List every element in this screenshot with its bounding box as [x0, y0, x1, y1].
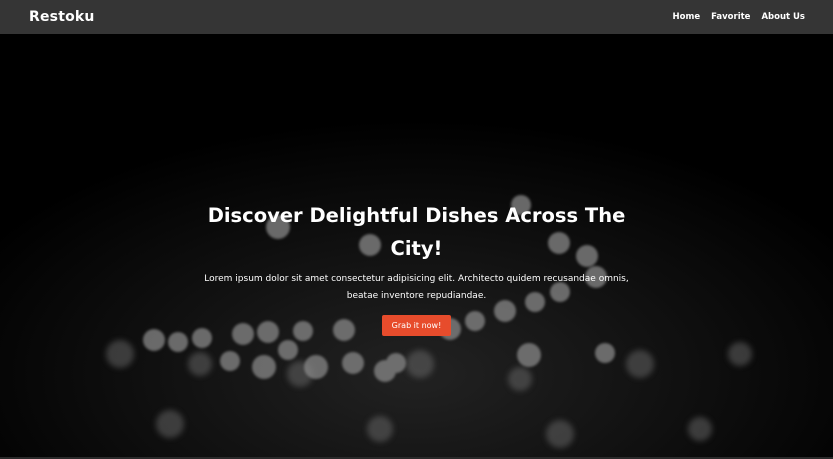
- navbar: Restoku Home Favorite About Us: [0, 0, 833, 34]
- grab-it-now-button[interactable]: Grab it now!: [381, 315, 452, 336]
- nav-link-favorite[interactable]: Favorite: [711, 12, 750, 22]
- hero-section: Discover Delightful Dishes Across The Ci…: [0, 34, 833, 459]
- brand-logo[interactable]: Restoku: [29, 9, 95, 25]
- nav-link-home[interactable]: Home: [673, 12, 701, 22]
- nav-link-about-us[interactable]: About Us: [761, 12, 805, 22]
- nav-links: Home Favorite About Us: [673, 12, 805, 22]
- hero-content: Discover Delightful Dishes Across The Ci…: [0, 199, 833, 336]
- hero-description: Lorem ipsum dolor sit amet consectetur a…: [204, 274, 629, 301]
- hero-title: Discover Delightful Dishes Across The Ci…: [207, 204, 626, 260]
